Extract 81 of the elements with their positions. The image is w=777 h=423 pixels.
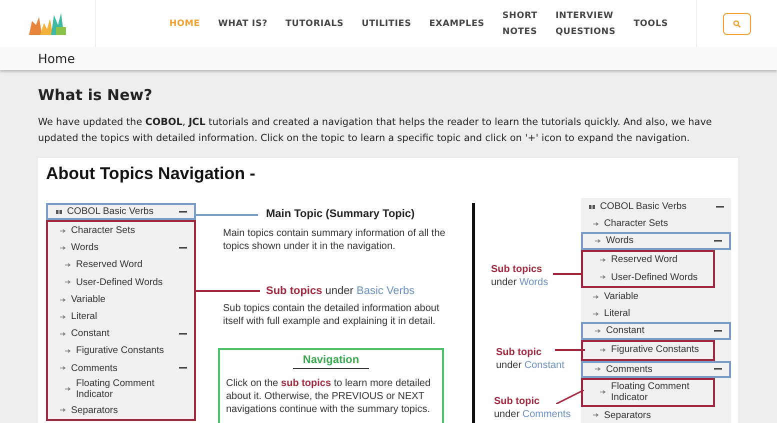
- tree-item[interactable]: Separators: [581, 406, 731, 423]
- tree-item[interactable]: Words: [581, 232, 731, 250]
- collapse-icon[interactable]: [714, 240, 722, 242]
- tree-item[interactable]: Character Sets: [48, 222, 194, 240]
- arrow-icon: [593, 222, 599, 226]
- arrow-icon: [60, 314, 66, 319]
- nav-link[interactable]: UTILITIES: [362, 16, 412, 32]
- collapse-icon[interactable]: [179, 367, 187, 370]
- tree-item[interactable]: COBOL Basic Verbs: [581, 198, 731, 216]
- leader-line: [196, 214, 258, 216]
- nav-link[interactable]: TUTORIALS: [286, 16, 344, 32]
- arrow-icon: [60, 298, 66, 302]
- tree-item[interactable]: Comments: [581, 360, 731, 378]
- callout-caption: under Words: [491, 276, 548, 289]
- note-text: Click on the sub topics to learn more detailed about it. Otherwise, the PREVIOUS or NEXT navigations continue with the summary topics.: [226, 377, 432, 416]
- section-heading: What is New?: [38, 86, 154, 104]
- tree-item[interactable]: Literal: [581, 305, 731, 322]
- arrow-icon: [60, 408, 66, 412]
- tree-item[interactable]: Separators: [48, 402, 194, 420]
- arrow-icon: [65, 387, 71, 392]
- tree-item[interactable]: Reserved Word: [48, 256, 194, 274]
- callout-description: Main topics contain summary information of all the topics shown under it in the navigation.: [223, 227, 446, 253]
- tree-item[interactable]: User-Defined Words: [583, 268, 713, 286]
- arrow-icon: [600, 258, 606, 262]
- tree-item[interactable]: Variable: [581, 288, 731, 306]
- arrow-icon: [60, 366, 66, 370]
- arrow-icon: [595, 238, 601, 243]
- arrow-icon: [600, 348, 606, 352]
- tree-item[interactable]: Figurative Constants: [583, 342, 713, 359]
- grid-icon: [589, 204, 595, 209]
- tree-item[interactable]: Variable: [48, 290, 194, 308]
- tree-item[interactable]: Figurative Constants: [48, 342, 194, 360]
- grid-icon: [56, 210, 62, 214]
- callout-heading: Sub topics: [491, 263, 544, 276]
- callout-heading: Sub topics under Basic Verbs: [266, 285, 415, 297]
- tree-item[interactable]: Reserved Word: [583, 252, 713, 269]
- callout-heading: Sub topic: [496, 346, 543, 359]
- nav-link[interactable]: INTERVIEW QUESTIONS: [555, 8, 616, 40]
- tree-item[interactable]: Literal: [48, 308, 194, 326]
- arrow-icon: [60, 332, 66, 336]
- callout-heading: Main Topic (Summary Topic): [266, 208, 415, 220]
- callout-caption: under Comments: [494, 408, 571, 421]
- arrow-icon: [595, 367, 601, 372]
- breadcrumb: Home: [38, 51, 75, 66]
- arrow-icon: [593, 312, 599, 316]
- arrow-icon: [65, 349, 71, 354]
- arrow-icon: [65, 280, 71, 284]
- arrow-icon: [600, 275, 606, 280]
- collapse-icon[interactable]: [179, 332, 187, 335]
- callout-heading: Sub topic: [494, 395, 541, 408]
- arrow-icon: [593, 294, 599, 299]
- arrow-icon: [593, 413, 599, 418]
- search-icon: [733, 20, 741, 28]
- tree-item[interactable]: Floating Comment Indicator: [583, 380, 713, 405]
- intro-paragraph: We have updated the COBOL, JCL tutorials and created a navigation that helps the reader to learn the tutorials quickly. And also, we have updated the topics with detailed information. Click on the topic to learn a specific topic and click on '+' icon to expand the navigation.: [38, 116, 713, 146]
- tree-item[interactable]: Comments: [48, 360, 194, 377]
- arrow-icon: [600, 390, 606, 394]
- tree-item[interactable]: Constant: [48, 325, 194, 342]
- collapse-icon[interactable]: [179, 246, 187, 249]
- collapse-icon[interactable]: [714, 368, 722, 370]
- tree-item[interactable]: Constant: [581, 322, 731, 340]
- note-title: Navigation: [293, 354, 369, 369]
- collapse-icon[interactable]: [716, 206, 724, 208]
- nav-link[interactable]: SHORT NOTES: [502, 8, 538, 40]
- nav-link[interactable]: TOOLS: [634, 16, 668, 32]
- figure-title: About Topics Navigation -: [46, 164, 256, 184]
- callout-caption: under Constant: [496, 359, 564, 372]
- callout-description: Sub topics contain the detailed information about itself with full example and explaining it in detail.: [223, 302, 440, 328]
- arrow-icon: [60, 246, 66, 250]
- arrow-icon: [60, 228, 66, 233]
- arrow-icon: [595, 328, 601, 333]
- tree-item[interactable]: Floating Comment Indicator: [48, 376, 194, 402]
- tree-item[interactable]: Character Sets: [581, 215, 731, 232]
- nav-link[interactable]: WHAT IS?: [218, 16, 268, 32]
- collapse-icon[interactable]: [179, 210, 187, 213]
- arrow-icon: [65, 263, 71, 268]
- nav-link[interactable]: EXAMPLES: [429, 16, 484, 32]
- tree-item[interactable]: COBOL Basic Verbs: [46, 203, 196, 220]
- tree-item[interactable]: Words: [48, 239, 194, 257]
- collapse-icon[interactable]: [714, 330, 722, 332]
- tree-item[interactable]: User-Defined Words: [48, 274, 194, 291]
